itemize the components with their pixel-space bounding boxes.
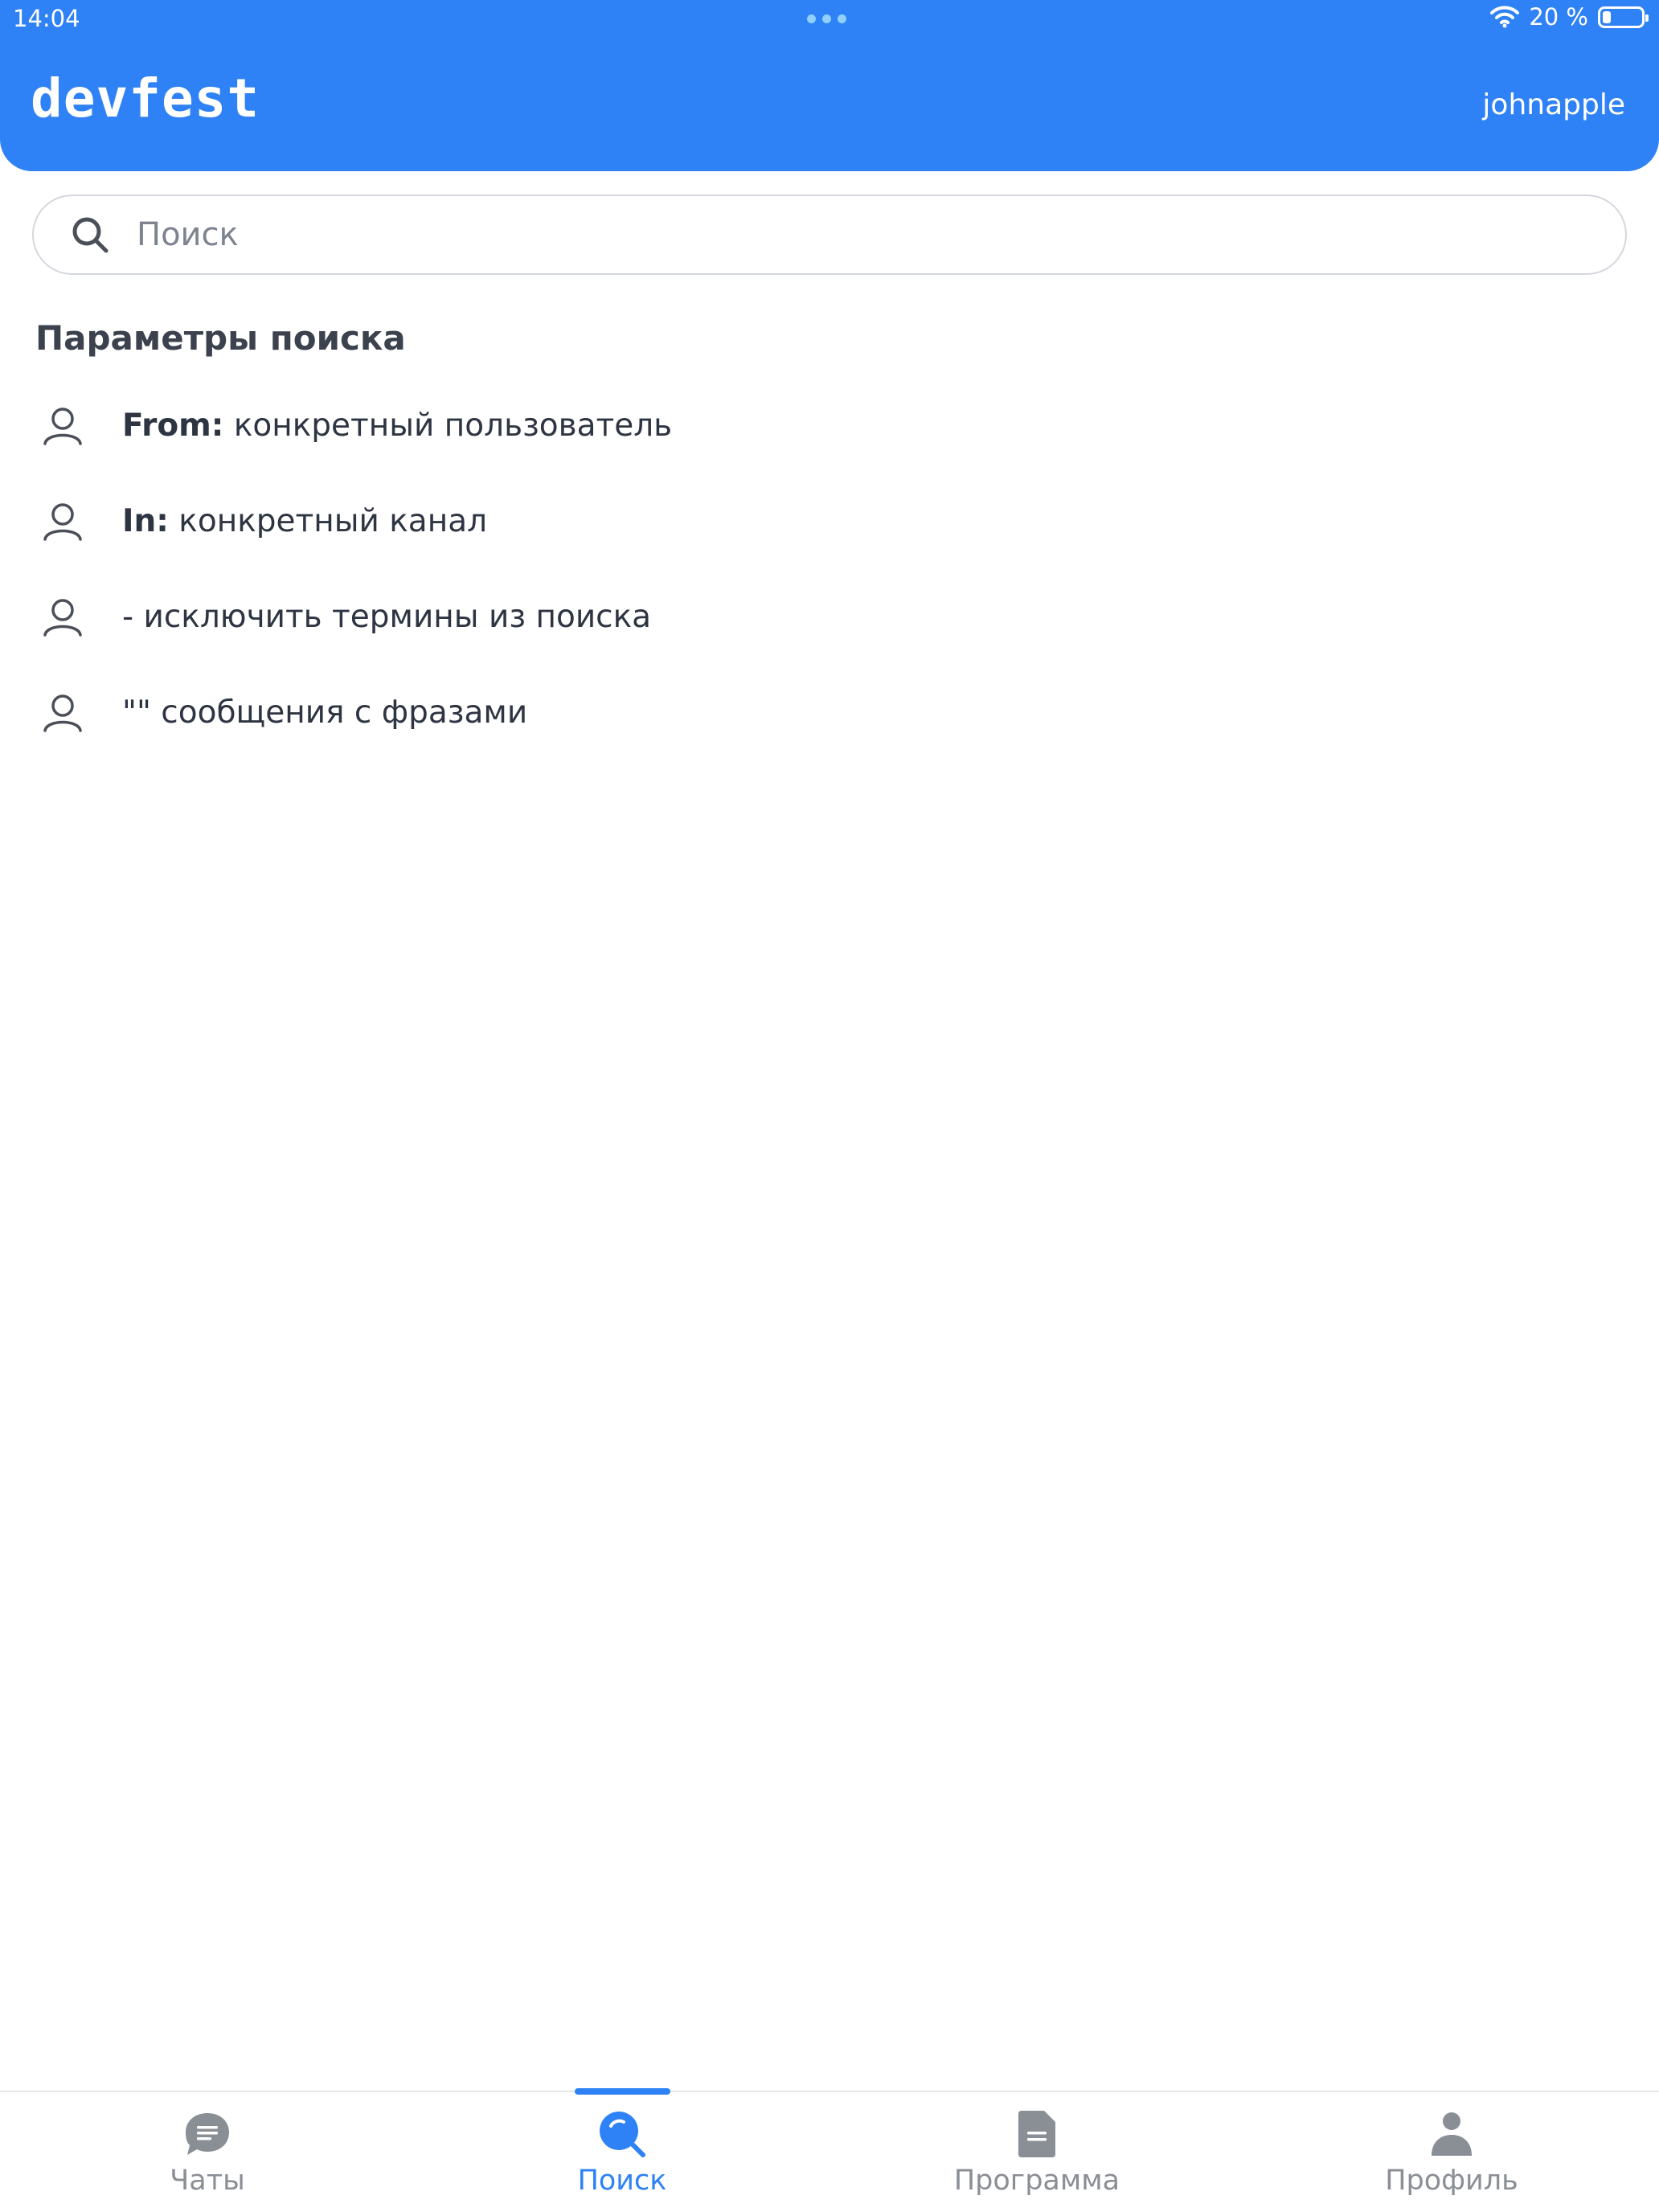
param-text: - исключить термины из поиска (122, 599, 651, 635)
param-text: "" сообщения с фразами (122, 694, 527, 731)
param-desc: "" сообщения с фразами (122, 694, 528, 731)
tab-label: Профиль (1385, 2165, 1518, 2197)
param-desc: конкретный канал (168, 503, 488, 539)
param-item-exclude[interactable]: - исключить термины из поиска (40, 569, 672, 665)
search-params-list: From: конкретный пользователь In: конкре… (40, 378, 672, 760)
param-item-phrase[interactable]: "" сообщения с фразами (40, 665, 672, 760)
multitasking-dots-icon[interactable] (807, 14, 846, 23)
search-icon (600, 2112, 645, 2157)
search-params-title: Параметры поиска (35, 318, 406, 358)
tab-chats[interactable]: Чаты (0, 2092, 415, 2212)
user-icon (43, 407, 82, 445)
devfest-logo: devfest (31, 68, 260, 129)
bottom-tab-bar: Чаты Поиск Программа Профиль (0, 2088, 1659, 2212)
param-key: In: (122, 503, 169, 539)
param-text: From: конкретный пользователь (122, 408, 672, 444)
search-input[interactable] (137, 216, 1583, 253)
tab-search[interactable]: Поиск (415, 2092, 830, 2212)
wifi-icon (1490, 6, 1520, 28)
tab-program[interactable]: Программа (830, 2092, 1244, 2212)
user-icon (43, 694, 82, 732)
param-desc: - исключить термины из поиска (122, 599, 652, 635)
status-time: 14:04 (13, 5, 80, 32)
search-icon (72, 217, 109, 253)
app-header: 14:04 20 % devfest johnapple (0, 0, 1659, 171)
param-desc: конкретный пользователь (223, 408, 673, 444)
tab-label: Чаты (170, 2165, 245, 2197)
document-icon (1018, 2111, 1055, 2157)
status-right: 20 % (1490, 3, 1649, 31)
app-screen: 14:04 20 % devfest johnapple Параметры (0, 0, 1659, 2212)
username-link[interactable]: johnapple (1482, 88, 1625, 121)
tab-profile[interactable]: Профиль (1244, 2092, 1659, 2212)
param-item-from[interactable]: From: конкретный пользователь (40, 378, 672, 473)
battery-icon (1598, 6, 1649, 28)
tab-label: Поиск (577, 2165, 667, 2197)
search-bar[interactable] (32, 195, 1627, 275)
person-icon (1432, 2112, 1472, 2156)
param-text: In: конкретный канал (122, 503, 487, 539)
tab-label: Программа (953, 2165, 1120, 2197)
user-icon (43, 598, 82, 637)
user-icon (43, 502, 82, 541)
param-key: From: (122, 408, 224, 444)
param-item-in[interactable]: In: конкретный канал (40, 473, 672, 569)
battery-percent: 20 % (1529, 3, 1588, 31)
chat-bubble-icon (186, 2113, 229, 2155)
